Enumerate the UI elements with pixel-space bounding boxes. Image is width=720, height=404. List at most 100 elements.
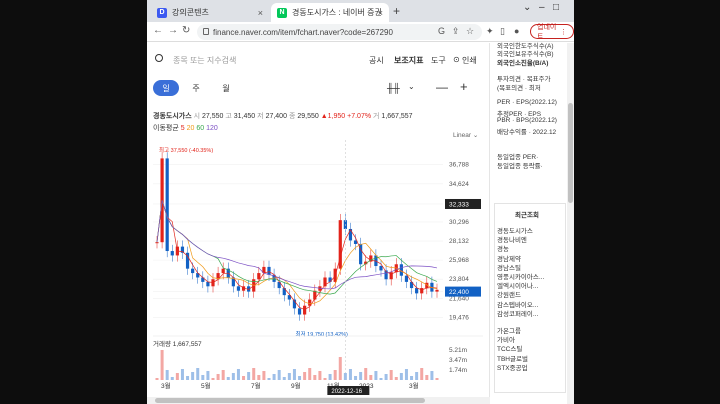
forward-icon[interactable]: → bbox=[168, 25, 178, 36]
sidebar-info-line: 배당수익률 · 2022.12 bbox=[497, 129, 557, 136]
star-icon[interactable]: ☆ bbox=[466, 26, 474, 37]
chevron-down-icon[interactable]: ⌄ bbox=[408, 82, 415, 91]
sidebar-info-line: 외국인소진율(B/A) bbox=[497, 60, 549, 67]
tab-naver-finance[interactable]: N 경동도시가스 : 네이버 증권 × bbox=[271, 3, 389, 22]
sidebar-info-line: (목표의견 · 최저 bbox=[497, 85, 541, 92]
zoom-out-icon[interactable]: — bbox=[436, 80, 448, 94]
minimize-icon[interactable]: – bbox=[539, 2, 545, 13]
volume-bar bbox=[328, 374, 332, 380]
high-label: 고 bbox=[225, 113, 232, 120]
close-icon[interactable]: × bbox=[258, 8, 263, 18]
volume-bar bbox=[343, 373, 347, 380]
x-tick-label: 5월 bbox=[201, 381, 211, 390]
candle-body bbox=[415, 288, 419, 294]
ma-20: 20 bbox=[186, 125, 195, 132]
volume-bar bbox=[191, 372, 195, 380]
d-favicon-icon: D bbox=[157, 7, 167, 18]
maximize-icon[interactable]: □ bbox=[553, 2, 559, 13]
volume-bar bbox=[175, 373, 179, 380]
profile-icon[interactable]: ● bbox=[514, 26, 519, 36]
close-icon[interactable]: × bbox=[378, 8, 383, 18]
period-week-button[interactable]: 주 bbox=[183, 80, 209, 96]
menu-print[interactable]: 인쇄 bbox=[462, 55, 477, 66]
candle-body bbox=[267, 266, 271, 275]
x-tick-label: 7월 bbox=[251, 381, 261, 390]
volume-bar bbox=[399, 373, 403, 380]
candle-body bbox=[435, 289, 439, 292]
max-annotation: 최고 37,550 (-40.35%) bbox=[159, 146, 213, 154]
vertical-scrollbar[interactable] bbox=[567, 43, 574, 404]
price-marker-label: 32,333 bbox=[449, 201, 469, 208]
price-chart[interactable]: 36,78834,62430,29628,13225,96823,80421,6… bbox=[153, 140, 490, 395]
tab-label: 강의콘텐츠 bbox=[172, 8, 209, 17]
volume-bar bbox=[211, 378, 215, 380]
volume-bar bbox=[323, 378, 327, 380]
volume-bar bbox=[435, 378, 439, 380]
tab-lecture[interactable]: D 강의콘텐츠 × bbox=[151, 3, 269, 22]
share-icon[interactable]: ⇪ bbox=[452, 26, 460, 37]
volume-bar bbox=[333, 370, 337, 380]
volume-bar bbox=[303, 372, 307, 380]
x-tick-label: 3월 bbox=[409, 381, 419, 390]
scroll-thumb[interactable] bbox=[155, 398, 425, 403]
lock-icon bbox=[203, 28, 209, 35]
volume-bar bbox=[206, 371, 210, 380]
volume-bar bbox=[308, 368, 312, 380]
volume-bar bbox=[186, 376, 190, 380]
scroll-thumb[interactable] bbox=[568, 103, 573, 203]
menu-disclosure[interactable]: 공시 bbox=[369, 55, 384, 66]
high-value: 31,450 bbox=[233, 113, 256, 120]
x-tick-label: 3월 bbox=[161, 381, 171, 390]
candle-icon[interactable]: ╫╫ bbox=[387, 83, 400, 93]
moving-average-line bbox=[156, 200, 438, 305]
sidepanel-icon[interactable]: ▯ bbox=[500, 26, 505, 37]
volume-bar bbox=[252, 368, 256, 380]
zoom-in-icon[interactable]: + bbox=[460, 79, 468, 94]
chart-panel: 종목 또는 지수검색 공시 보조지표 도구 ⊙ 인쇄 일 주 월 ╫╫ ⌄ — … bbox=[147, 43, 490, 404]
recent-item[interactable]: STX중공업 bbox=[497, 362, 528, 372]
x-tick-label: 9월 bbox=[291, 381, 301, 390]
address-bar: ← → ↻ finance.naver.com/item/fchart.nave… bbox=[147, 22, 574, 42]
update-button[interactable]: 업데이트 ⋮ bbox=[530, 24, 574, 41]
volume-bar bbox=[170, 377, 174, 380]
menu-tools[interactable]: 도구 bbox=[431, 55, 446, 66]
period-month-button[interactable]: 월 bbox=[213, 80, 239, 96]
google-icon[interactable]: G bbox=[438, 26, 445, 36]
volume-bar bbox=[160, 350, 164, 380]
low-label: 저 bbox=[257, 113, 264, 120]
y-tick-label: 25,968 bbox=[449, 257, 469, 264]
open-value: 27,550 bbox=[202, 113, 224, 120]
volume-value: 1,667,557 bbox=[381, 113, 413, 120]
recent-viewed-title: 최근조회 bbox=[515, 212, 539, 219]
volume-bar bbox=[359, 372, 363, 380]
finance-page: 종목 또는 지수검색 공시 보조지표 도구 ⊙ 인쇄 일 주 월 ╫╫ ⌄ — … bbox=[147, 43, 574, 404]
search-icon[interactable] bbox=[155, 54, 163, 62]
menu-indicators[interactable]: 보조지표 bbox=[394, 55, 423, 66]
reload-icon[interactable]: ↻ bbox=[182, 25, 190, 36]
open-label: 시 bbox=[193, 113, 201, 120]
scale-selector[interactable]: Linear ⌄ bbox=[453, 131, 478, 139]
back-icon[interactable]: ← bbox=[153, 25, 163, 36]
ma-120: 120 bbox=[206, 125, 218, 132]
change-value: ▲1,950 bbox=[320, 113, 346, 120]
chevron-down-icon[interactable]: ⌄ bbox=[523, 2, 531, 13]
stock-summary: 경동도시가스 시 27,550 고 31,450 저 27,400 종 29,5… bbox=[153, 111, 413, 121]
volume-tick-label: 5.21m bbox=[449, 347, 467, 354]
volume-bar bbox=[415, 372, 419, 380]
new-tab-icon[interactable]: + bbox=[393, 4, 400, 18]
volume-bar bbox=[420, 368, 424, 380]
period-day-button[interactable]: 일 bbox=[153, 80, 179, 96]
sidebar-info-line: PER · EPS(2022.12) bbox=[497, 99, 557, 106]
volume-bar bbox=[165, 370, 169, 380]
scale-label: Linear bbox=[453, 132, 472, 139]
candle-body bbox=[379, 266, 383, 271]
horizontal-scrollbar[interactable] bbox=[147, 397, 490, 404]
print-icon[interactable]: ⊙ bbox=[453, 55, 460, 64]
volume-bar bbox=[201, 375, 205, 380]
volume-bar bbox=[287, 373, 291, 380]
recent-item[interactable]: 감성코퍼레이... bbox=[497, 308, 538, 318]
search-input[interactable]: 종목 또는 지수검색 bbox=[173, 55, 236, 66]
candle-body bbox=[348, 228, 353, 241]
volume-bar bbox=[282, 377, 286, 380]
extension-icon[interactable]: ✦ bbox=[486, 26, 494, 37]
